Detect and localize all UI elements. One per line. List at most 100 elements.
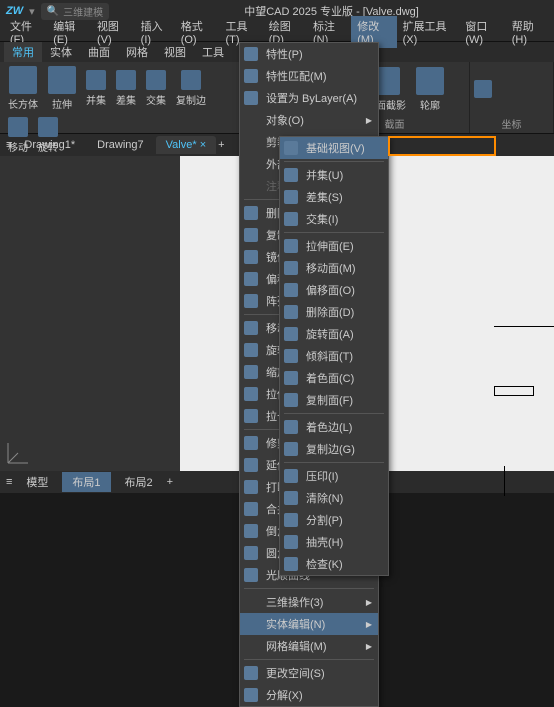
group-label: 坐标 <box>474 114 549 131</box>
menu-item-icon <box>244 250 258 264</box>
solidedit-menu-item[interactable]: 并集(U) <box>280 164 388 186</box>
subtract-icon <box>116 70 136 90</box>
ribbon-tab-surface[interactable]: 曲面 <box>80 42 118 62</box>
tool-label: 轮廓 <box>420 97 440 112</box>
menu-item-label: 分解(X) <box>266 687 303 703</box>
menu-item-icon <box>244 524 258 538</box>
menu-item-label: 交集(I) <box>306 211 338 227</box>
modify-menu-item[interactable]: 网格编辑(M) ▶ <box>240 635 378 657</box>
doc-tab[interactable]: Drawing1* <box>14 136 85 154</box>
menu-item-icon <box>244 47 258 61</box>
menu-item-icon <box>284 469 298 483</box>
solidedit-menu-item[interactable]: 着色面(C) <box>280 367 388 389</box>
solidedit-menu-item[interactable]: 旋转面(A) <box>280 323 388 345</box>
solidedit-menu-item[interactable]: 复制边(G) <box>280 438 388 460</box>
layout-tab-layout2[interactable]: 布局2 <box>115 472 163 492</box>
solidedit-menu-item[interactable]: 倾斜面(T) <box>280 345 388 367</box>
doc-tab[interactable]: Drawing7 <box>87 136 153 154</box>
tabs-menu-icon[interactable]: ≡ <box>6 139 12 151</box>
tool-subtract[interactable]: 差集 <box>112 68 140 109</box>
add-tab-icon[interactable]: + <box>218 139 224 151</box>
submenu-arrow-icon: ▶ <box>366 642 372 651</box>
ribbon-tab-tools[interactable]: 工具 <box>194 42 232 62</box>
tool-profile[interactable]: 轮廓 <box>412 65 448 114</box>
menu-item-icon <box>284 168 298 182</box>
modify-menu-item[interactable]: 对象(O)▶ <box>240 109 378 131</box>
copyedge-icon <box>181 70 201 90</box>
menu-item-label: 移动面(M) <box>306 260 356 276</box>
doc-tab[interactable]: Valve* × <box>156 136 216 154</box>
modify-menu-item[interactable]: 特性匹配(M) <box>240 65 378 87</box>
ribbon-tab-home[interactable]: 常用 <box>4 42 42 62</box>
solidedit-menu-item[interactable]: 检查(K) <box>280 553 388 575</box>
menu-item-icon <box>284 305 298 319</box>
menu-item-icon <box>244 272 258 286</box>
solidedit-menu-item[interactable]: 着色边(L) <box>280 416 388 438</box>
menu-item-label: 设置为 ByLayer(A) <box>266 90 357 106</box>
tool-copyedge[interactable]: 复制边 <box>172 68 210 109</box>
menu-item-icon <box>284 261 298 275</box>
menu-help[interactable]: 帮助(H) <box>506 16 550 48</box>
menu-extensions[interactable]: 扩展工具(X) <box>397 16 460 48</box>
menu-item-label: 压印(I) <box>306 468 338 484</box>
ribbon-tab-solid[interactable]: 实体 <box>42 42 80 62</box>
menu-item-icon <box>244 228 258 242</box>
ribbon-tab-mesh[interactable]: 网格 <box>118 42 156 62</box>
layout-tab-model[interactable]: 模型 <box>16 472 58 492</box>
rotate-icon <box>38 117 58 137</box>
solidedit-menu-item[interactable]: 交集(I) <box>280 208 388 230</box>
menu-item-label: 检查(K) <box>306 556 343 572</box>
modify-menu-item[interactable]: 分解(X) <box>240 684 378 706</box>
add-layout-icon[interactable]: + <box>167 476 173 488</box>
menu-item-label: 复制边(G) <box>306 441 355 457</box>
menu-item-icon <box>284 535 298 549</box>
modify-menu-item[interactable]: 设置为 ByLayer(A) <box>240 87 378 109</box>
doc-tab-label: Valve* <box>166 139 197 151</box>
modify-menu-item[interactable]: 特性(P) <box>240 43 378 65</box>
tool-label: 差集 <box>116 92 136 107</box>
solidedit-menu-item[interactable]: 压印(I) <box>280 465 388 487</box>
modify-menu-item[interactable]: 更改空间(S) <box>240 662 378 684</box>
tool-intersect[interactable]: 交集 <box>142 68 170 109</box>
solidedit-menu-item[interactable]: 抽壳(H) <box>280 531 388 553</box>
tool-box[interactable]: 长方体 <box>4 64 42 113</box>
menu-window[interactable]: 窗口(W) <box>459 16 505 48</box>
modify-menu-item[interactable]: 实体编辑(N)▶ <box>240 613 378 635</box>
solidedit-menu-item[interactable]: 分割(P) <box>280 509 388 531</box>
coord-icon[interactable] <box>474 80 492 98</box>
menu-item-icon <box>284 327 298 341</box>
tool-label: 交集 <box>146 92 166 107</box>
menu-item-icon <box>244 480 258 494</box>
close-icon[interactable]: × <box>200 139 206 151</box>
solidedit-menu-item[interactable]: 差集(S) <box>280 186 388 208</box>
tool-extrude[interactable]: 拉伸 <box>44 64 80 113</box>
menu-item-icon <box>284 190 298 204</box>
tool-label: 长方体 <box>8 96 38 111</box>
solidedit-menu-item[interactable]: 复制面(F) <box>280 389 388 411</box>
layout-menu-icon[interactable]: ≡ <box>6 476 12 488</box>
submenu-arrow-icon: ▶ <box>366 620 372 629</box>
menu-item-icon <box>284 141 298 155</box>
ribbon-tab-view[interactable]: 视图 <box>156 42 194 62</box>
submenu-arrow-icon: ▶ <box>366 116 372 125</box>
tool-label: 拉伸 <box>52 96 72 111</box>
tool-union[interactable]: 并集 <box>82 68 110 109</box>
layout-tab-layout1[interactable]: 布局1 <box>62 472 110 492</box>
solidedit-menu-item[interactable]: 基础视图(V) <box>280 137 388 159</box>
menu-item-icon <box>284 239 298 253</box>
solidedit-menu-item[interactable]: 拉伸面(E) <box>280 235 388 257</box>
solidedit-menu-item[interactable]: 清除(N) <box>280 487 388 509</box>
menu-item-icon <box>244 568 258 582</box>
menu-item-label: 特性匹配(M) <box>266 68 327 84</box>
menu-item-icon <box>284 349 298 363</box>
modify-menu-item[interactable]: 三维操作(3)▶ <box>240 591 378 613</box>
solidedit-menu-item[interactable]: 偏移面(O) <box>280 279 388 301</box>
solidedit-menu-item[interactable]: 删除面(D) <box>280 301 388 323</box>
menu-item-icon <box>284 420 298 434</box>
menu-item-icon <box>244 546 258 560</box>
menu-item-label: 删除面(D) <box>306 304 354 320</box>
solidedit-menu-item[interactable]: 移动面(M) <box>280 257 388 279</box>
menu-item-label: 并集(U) <box>306 167 343 183</box>
menu-item-label: 偏移面(O) <box>306 282 355 298</box>
menu-item-label: 网格编辑(M) <box>266 638 327 654</box>
